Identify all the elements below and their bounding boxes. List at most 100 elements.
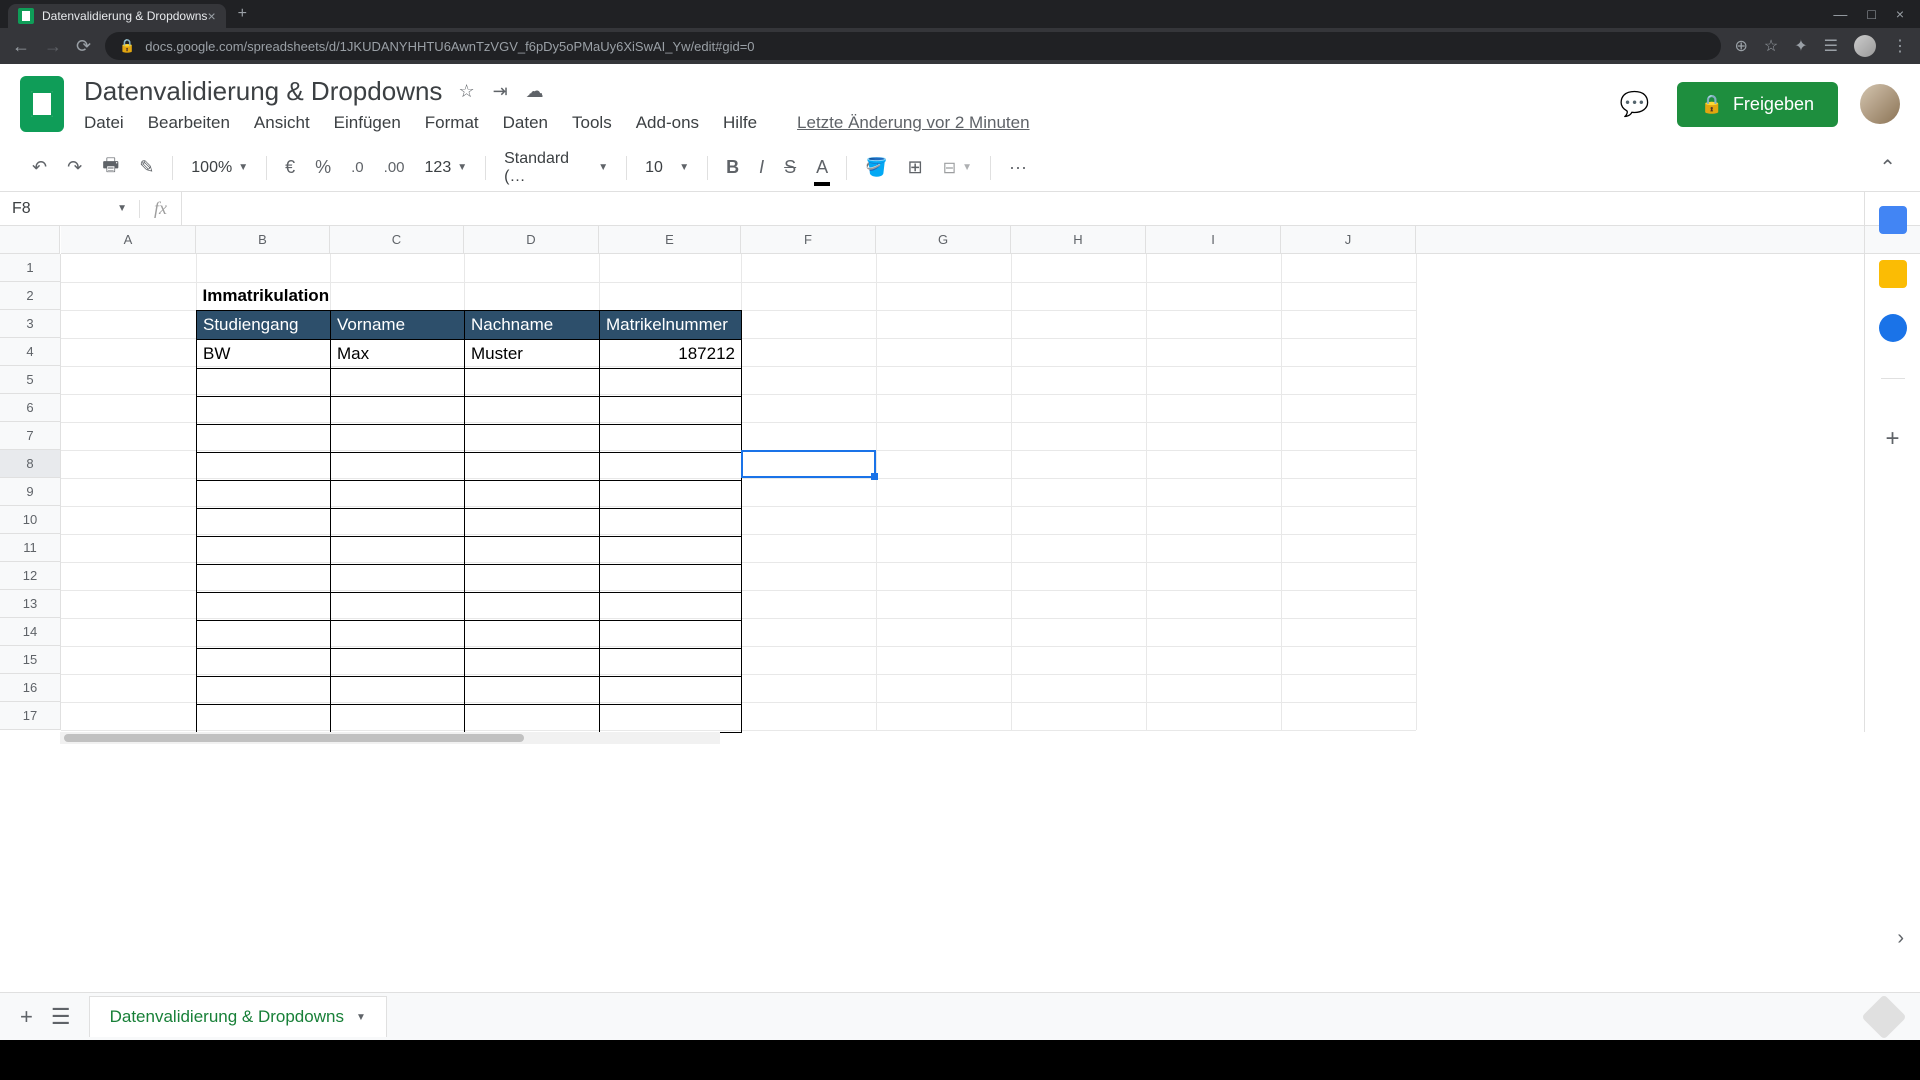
row-header-17[interactable]: 17: [0, 702, 60, 730]
table-cell[interactable]: [600, 677, 742, 705]
fill-color-button[interactable]: 🪣: [857, 151, 895, 184]
comments-button[interactable]: 💬: [1615, 84, 1655, 124]
number-format-dropdown[interactable]: 123▼: [417, 159, 476, 177]
name-box[interactable]: F8 ▼: [0, 200, 140, 218]
new-tab-button[interactable]: +: [238, 5, 247, 23]
table-cell[interactable]: 187212: [600, 340, 742, 369]
col-header-I[interactable]: I: [1146, 226, 1281, 253]
table-cell[interactable]: [465, 537, 600, 565]
row-header-7[interactable]: 7: [0, 422, 60, 450]
table-cell[interactable]: [197, 621, 331, 649]
menu-tools[interactable]: Tools: [572, 113, 612, 133]
table-cell[interactable]: Muster: [465, 340, 600, 369]
strikethrough-button[interactable]: S: [776, 151, 804, 184]
table-cell[interactable]: [197, 705, 331, 733]
table-cell[interactable]: [331, 369, 465, 397]
bold-button[interactable]: B: [718, 151, 747, 184]
table-cell[interactable]: [197, 481, 331, 509]
menu-bearbeiten[interactable]: Bearbeiten: [148, 113, 230, 133]
table-cell[interactable]: [600, 593, 742, 621]
close-tab-icon[interactable]: ×: [207, 8, 215, 24]
table-cell[interactable]: [197, 369, 331, 397]
back-button[interactable]: ←: [12, 36, 30, 57]
table-cell[interactable]: [465, 481, 600, 509]
table-cell[interactable]: [197, 649, 331, 677]
table-cell[interactable]: [600, 649, 742, 677]
table-cell[interactable]: [331, 677, 465, 705]
menu-add-ons[interactable]: Add-ons: [636, 113, 699, 133]
table-cell[interactable]: [331, 453, 465, 481]
table-cell[interactable]: [600, 537, 742, 565]
col-header-C[interactable]: C: [330, 226, 464, 253]
formula-input[interactable]: [181, 192, 1920, 225]
table-cell[interactable]: [600, 481, 742, 509]
table-cell[interactable]: [197, 677, 331, 705]
row-header-9[interactable]: 9: [0, 478, 60, 506]
table-cell[interactable]: [600, 705, 742, 733]
row-header-6[interactable]: 6: [0, 394, 60, 422]
table-cell[interactable]: [600, 397, 742, 425]
table-cell[interactable]: [465, 425, 600, 453]
table-cell[interactable]: [331, 397, 465, 425]
font-dropdown[interactable]: Standard (…▼: [496, 150, 616, 186]
row-header-4[interactable]: 4: [0, 338, 60, 366]
table-cell[interactable]: [465, 369, 600, 397]
table-cell[interactable]: [331, 425, 465, 453]
chrome-menu-icon[interactable]: ⋮: [1892, 36, 1908, 56]
add-addon-icon[interactable]: +: [1885, 425, 1899, 453]
table-header-cell[interactable]: Studiengang: [197, 311, 331, 340]
table-cell[interactable]: BW: [197, 340, 331, 369]
address-bar[interactable]: 🔒 docs.google.com/spreadsheets/d/1JKUDAN…: [105, 32, 1720, 60]
all-sheets-button[interactable]: ☰: [51, 1004, 71, 1030]
row-header-2[interactable]: 2: [0, 282, 60, 310]
table-cell[interactable]: [465, 509, 600, 537]
row-header-11[interactable]: 11: [0, 534, 60, 562]
col-header-B[interactable]: B: [196, 226, 330, 253]
table-header-cell[interactable]: Vorname: [331, 311, 465, 340]
col-header-D[interactable]: D: [464, 226, 599, 253]
table-cell[interactable]: [331, 565, 465, 593]
table-cell[interactable]: [331, 593, 465, 621]
table-cell[interactable]: [465, 649, 600, 677]
menu-ansicht[interactable]: Ansicht: [254, 113, 310, 133]
zoom-dropdown[interactable]: 100%▼: [183, 159, 256, 177]
text-color-button[interactable]: A: [808, 151, 836, 184]
row-header-14[interactable]: 14: [0, 618, 60, 646]
close-window-icon[interactable]: ×: [1896, 6, 1904, 22]
table-cell[interactable]: [197, 425, 331, 453]
explore-button[interactable]: [1861, 994, 1906, 1039]
table-cell[interactable]: [331, 705, 465, 733]
menu-hilfe[interactable]: Hilfe: [723, 113, 757, 133]
decrease-decimal-button[interactable]: .0: [343, 153, 372, 182]
table-cell[interactable]: [465, 621, 600, 649]
table-cell[interactable]: Max: [331, 340, 465, 369]
table-cell[interactable]: [331, 621, 465, 649]
table-cell[interactable]: [600, 453, 742, 481]
table-cell[interactable]: [600, 425, 742, 453]
side-panel-expand-icon[interactable]: ›: [1897, 927, 1904, 950]
col-header-H[interactable]: H: [1011, 226, 1146, 253]
table-cell[interactable]: [465, 453, 600, 481]
table-cell[interactable]: [331, 509, 465, 537]
menu-daten[interactable]: Daten: [503, 113, 548, 133]
row-header-13[interactable]: 13: [0, 590, 60, 618]
table-cell[interactable]: [197, 565, 331, 593]
last-edit-link[interactable]: Letzte Änderung vor 2 Minuten: [797, 113, 1029, 133]
zoom-icon[interactable]: ⊕: [1735, 36, 1748, 56]
table-cell[interactable]: [197, 509, 331, 537]
percent-button[interactable]: %: [307, 151, 339, 184]
menu-format[interactable]: Format: [425, 113, 479, 133]
row-header-10[interactable]: 10: [0, 506, 60, 534]
extensions-icon[interactable]: ✦: [1794, 36, 1807, 56]
row-header-1[interactable]: 1: [0, 254, 60, 282]
menu-einfügen[interactable]: Einfügen: [334, 113, 401, 133]
table-cell[interactable]: [600, 621, 742, 649]
select-all-corner[interactable]: [0, 226, 60, 254]
chevron-down-icon[interactable]: ▼: [356, 1012, 366, 1023]
keep-icon[interactable]: [1879, 260, 1907, 288]
col-header-J[interactable]: J: [1281, 226, 1416, 253]
cloud-status-icon[interactable]: ☁: [526, 81, 544, 102]
account-avatar[interactable]: [1860, 84, 1900, 124]
add-sheet-button[interactable]: +: [20, 1004, 33, 1030]
table-cell[interactable]: [197, 537, 331, 565]
